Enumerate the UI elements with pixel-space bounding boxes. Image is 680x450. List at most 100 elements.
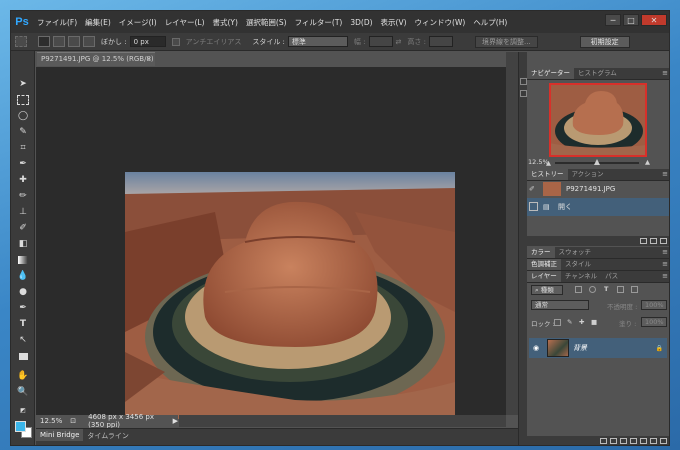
style-select[interactable]: 標準	[287, 36, 348, 47]
opacity-input[interactable]: 100%	[641, 300, 667, 310]
blend-mode-select[interactable]: 通常	[531, 300, 589, 310]
layers-menu-icon[interactable]: ≡	[662, 271, 668, 282]
tab-actions[interactable]: アクション	[568, 169, 608, 180]
close-button[interactable]: ✕	[641, 14, 667, 26]
maximize-button[interactable]: □	[623, 14, 639, 26]
blur-tool-icon[interactable]: 💧	[15, 269, 31, 283]
layer-visibility-eye-icon[interactable]: ◉	[529, 344, 543, 352]
tab-swatches[interactable]: スウォッチ	[555, 247, 596, 258]
document-tab[interactable]: P9271491.JPG @ 12.5% (RGB/8) ×	[37, 52, 155, 66]
adjustment-layer-icon[interactable]	[630, 438, 637, 444]
vertical-scrollbar[interactable]	[506, 52, 518, 415]
brush-tool-icon[interactable]: ✏	[15, 189, 31, 203]
history-brush-tool-icon[interactable]: ✐	[15, 221, 31, 235]
canvas-area[interactable]	[36, 67, 506, 419]
add-selection-icon[interactable]	[53, 36, 65, 47]
tab-mini-bridge[interactable]: Mini Bridge	[36, 429, 84, 441]
move-tool-icon[interactable]: ➤	[15, 77, 31, 91]
menu-view[interactable]: 表示(V)	[377, 17, 411, 28]
zoom-level[interactable]: 12.5%	[40, 417, 62, 425]
fill-input[interactable]: 100%	[641, 317, 667, 327]
trash-icon[interactable]	[660, 238, 667, 244]
filter-adjustment-icon[interactable]	[589, 286, 596, 293]
subtract-selection-icon[interactable]	[68, 36, 80, 47]
zoom-in-icon[interactable]: ▲	[645, 158, 650, 166]
foreground-color-swatch[interactable]	[15, 421, 26, 432]
menu-filter[interactable]: フィルター(T)	[291, 17, 347, 28]
lock-move-icon[interactable]: ✚	[579, 318, 584, 326]
swap-icon[interactable]: ⇄	[396, 38, 402, 46]
navigator-zoom-knob[interactable]	[594, 159, 600, 165]
menu-layer[interactable]: レイヤー(L)	[161, 17, 209, 28]
menu-image[interactable]: イメージ(I)	[115, 17, 161, 28]
color-menu-icon[interactable]: ≡	[662, 247, 668, 258]
quick-selection-tool-icon[interactable]: ✎	[15, 125, 31, 139]
path-selection-tool-icon[interactable]: ↖	[15, 333, 31, 347]
menu-select[interactable]: 選択範囲(S)	[242, 17, 291, 28]
type-tool-icon[interactable]: T	[15, 317, 31, 331]
marquee-tool-icon[interactable]	[15, 93, 31, 107]
filter-pixel-icon[interactable]	[575, 286, 582, 293]
status-menu-arrow-icon[interactable]: ▶	[173, 417, 178, 425]
tab-paths[interactable]: パス	[601, 271, 622, 282]
antialias-checkbox[interactable]	[171, 37, 180, 46]
history-snapshot-row[interactable]: ✐ P9271491.JPG	[527, 180, 669, 198]
clone-stamp-tool-icon[interactable]: ⊥	[15, 205, 31, 219]
eyedropper-tool-icon[interactable]: ✒	[15, 157, 31, 171]
new-layer-icon[interactable]	[650, 438, 657, 444]
pen-tool-icon[interactable]: ✒	[15, 301, 31, 315]
filter-type-icon[interactable]: T	[604, 285, 608, 293]
tab-color[interactable]: カラー	[527, 247, 555, 258]
navigator-view-frame[interactable]	[549, 83, 647, 157]
gradient-tool-icon[interactable]	[15, 253, 31, 267]
history-step-checkbox[interactable]	[529, 201, 543, 213]
rectangle-tool-icon[interactable]	[15, 349, 31, 363]
new-selection-icon[interactable]	[38, 36, 50, 47]
tab-history[interactable]: ヒストリー	[527, 169, 568, 180]
tab-channels[interactable]: チャンネル	[561, 271, 601, 282]
close-document-icon[interactable]: ×	[146, 53, 152, 66]
navigator-menu-icon[interactable]: ≡	[662, 68, 668, 79]
menu-help[interactable]: ヘルプ(H)	[469, 17, 511, 28]
layer-style-icon[interactable]	[610, 438, 617, 444]
menu-window[interactable]: ウィンドウ(W)	[411, 17, 470, 28]
lock-all-icon[interactable]: ■	[591, 318, 597, 326]
lasso-tool-icon[interactable]: ◯	[15, 109, 31, 123]
height-input[interactable]	[428, 36, 453, 47]
delete-layer-icon[interactable]	[660, 438, 667, 444]
tab-layers[interactable]: レイヤー	[527, 271, 561, 282]
history-brush-source-icon[interactable]: ✐	[529, 185, 543, 193]
tab-navigator[interactable]: ナビゲーター	[527, 68, 574, 79]
snapshot-icon[interactable]	[650, 238, 657, 244]
width-input[interactable]	[368, 36, 393, 47]
refine-edge-button[interactable]: 境界線を調整...	[474, 35, 538, 48]
minimize-button[interactable]: ─	[605, 14, 621, 26]
filter-shape-icon[interactable]	[617, 286, 624, 293]
menu-type[interactable]: 書式(Y)	[209, 17, 242, 28]
layer-filter-select[interactable]: ⌕ 種類	[531, 285, 563, 295]
feather-input[interactable]: 0 px	[129, 36, 166, 47]
history-dock-icon[interactable]	[520, 78, 527, 85]
lock-paint-icon[interactable]: ✎	[567, 318, 572, 326]
layer-row-background[interactable]: ◉ 背景 🔒	[529, 338, 667, 358]
export-icon[interactable]: ⊡	[70, 417, 76, 425]
new-group-icon[interactable]	[640, 438, 647, 444]
dodge-tool-icon[interactable]: ●	[15, 285, 31, 299]
zoom-out-icon[interactable]: ▲	[546, 159, 551, 167]
layer-name[interactable]: 背景	[573, 343, 656, 353]
menu-file[interactable]: ファイル(F)	[33, 17, 81, 28]
properties-dock-icon[interactable]	[520, 90, 527, 97]
healing-brush-tool-icon[interactable]: ✚	[15, 173, 31, 187]
layer-mask-icon[interactable]	[620, 438, 627, 444]
horizontal-scrollbar[interactable]	[179, 415, 506, 427]
link-layers-icon[interactable]	[600, 438, 607, 444]
marquee-tool-preset-icon[interactable]	[15, 36, 27, 47]
intersect-selection-icon[interactable]	[83, 36, 95, 47]
history-open-row[interactable]: ▤ 開く	[527, 198, 669, 216]
tab-styles[interactable]: スタイル	[561, 259, 595, 270]
crop-tool-icon[interactable]: ⌗	[15, 141, 31, 155]
history-menu-icon[interactable]: ≡	[662, 169, 668, 180]
lock-transparent-icon[interactable]	[554, 319, 561, 326]
menu-edit[interactable]: 編集(E)	[81, 17, 115, 28]
workspace-button[interactable]: 初期設定	[579, 35, 630, 48]
